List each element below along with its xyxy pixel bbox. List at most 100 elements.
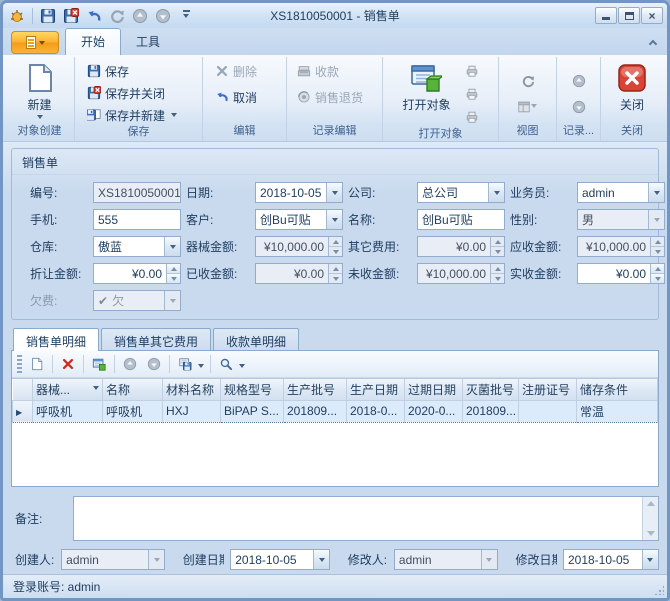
other-fee-field: ¥0.00 [417,236,505,257]
save-new-icon [87,108,101,122]
salesman-field[interactable]: admin [577,182,665,203]
cell-sterile-batch[interactable]: 201809... [463,400,519,422]
cell-material[interactable]: HXJ [163,400,221,422]
cell-device[interactable]: 呼吸机 [33,400,103,422]
column-header[interactable]: 生产日期 [347,379,405,401]
cell-batch[interactable]: 201809... [284,400,347,422]
save-button[interactable]: 保存 [83,61,181,81]
column-header[interactable]: 器械... [33,379,103,401]
cell-expiry-date[interactable]: 2020-0... [405,400,463,422]
save-and-new-button[interactable]: 保存并新建 [83,105,181,125]
cell-model[interactable]: BiPAP S... [221,400,284,422]
chevron-down-icon[interactable] [313,550,329,569]
group-label: 编辑 [205,124,284,141]
delete-row-icon[interactable] [57,354,79,374]
open-row-icon[interactable] [88,354,110,374]
chevron-down-icon[interactable] [326,210,342,229]
discount-field[interactable]: ¥0.00 [93,263,181,284]
minimize-button[interactable] [595,7,617,24]
spinner-icon[interactable] [166,264,180,283]
new-button[interactable]: 新建 [18,59,62,122]
close-form-button[interactable]: 关闭 [610,59,654,113]
tab-home[interactable]: 开始 [65,28,121,55]
cell-registration[interactable] [519,400,577,422]
customer-field[interactable]: 创Bu可贴 [255,209,343,230]
date-field[interactable]: 2018-10-05 [255,182,343,203]
column-header[interactable]: 储存条件 [577,379,658,401]
column-header[interactable]: 规格型号 [221,379,284,401]
open-object-button[interactable]: 打开对象 [396,59,456,113]
chevron-down-icon[interactable] [198,364,204,371]
print-preview-icon [461,84,483,104]
modify-date-field[interactable]: 2018-10-05 [563,549,659,570]
maximize-button[interactable] [618,7,640,24]
column-header[interactable]: 材料名称 [163,379,221,401]
undo-icon[interactable] [84,6,104,26]
remark-textarea[interactable] [73,496,659,541]
gender-field: 男 [577,209,665,230]
form-client-area: 销售单 编号: XS1810050001 日期: 2018-10-05 公司: … [3,142,667,574]
customize-qat-icon[interactable] [176,6,196,26]
close-red-icon [616,62,648,94]
tab-other-fees[interactable]: 销售单其它费用 [101,328,211,351]
modifier-label: 修改人: [348,551,388,568]
scroll-down-icon[interactable] [647,531,655,540]
gender-label: 性别: [510,211,572,228]
close-button[interactable]: × [641,7,663,24]
chevron-down-icon[interactable] [164,237,180,256]
save-icon[interactable] [38,6,58,26]
previous-record-icon[interactable] [568,71,590,91]
export-icon[interactable] [174,354,196,374]
phone-field[interactable]: 555 [93,209,181,230]
previous-record-icon[interactable] [130,6,150,26]
refresh-icon[interactable] [517,71,539,91]
create-date-field[interactable]: 2018-10-05 [230,549,330,570]
next-record-icon[interactable] [153,6,173,26]
chevron-down-icon[interactable] [326,183,342,202]
column-header[interactable]: 名称 [103,379,163,401]
cell-storage[interactable]: 常温 [577,400,658,422]
chevron-down-icon[interactable] [642,550,658,569]
column-header[interactable]: 过期日期 [405,379,463,401]
view-layout-icon [511,97,545,117]
tab-tools[interactable]: 工具 [121,29,175,55]
chevron-down-icon[interactable] [239,364,245,371]
column-header[interactable]: 灭菌批号 [463,379,519,401]
column-header[interactable]: 生产批号 [284,379,347,401]
chevron-up-icon [649,39,657,47]
search-icon[interactable] [215,354,237,374]
company-field[interactable]: 总公司 [417,182,505,203]
actual-field[interactable]: ¥0.00 [577,263,665,284]
cell-production-date[interactable]: 2018-0... [347,400,405,422]
table-row[interactable]: 呼吸机 呼吸机 HXJ BiPAP S... 201809... 2018-0.… [13,400,658,422]
ribbon-group-close: 关闭 关闭 [601,57,663,141]
column-header[interactable]: 注册证号 [519,379,577,401]
collapse-ribbon-button[interactable] [645,35,661,49]
next-record-icon[interactable] [568,97,590,117]
tab-receipt-items[interactable]: 收款单明细 [213,328,299,351]
remark-scrollbar[interactable] [642,497,658,540]
chevron-down-icon [148,550,164,569]
cell-name[interactable]: 呼吸机 [103,400,163,422]
quick-access-toolbar [7,6,196,26]
resize-grip[interactable] [654,585,664,595]
warehouse-field[interactable]: 傲蓝 [93,236,181,257]
cancel-button[interactable]: 取消 [211,87,261,107]
spinner-icon [650,237,664,256]
save-close-icon [87,86,101,100]
chevron-down-icon[interactable] [93,386,99,393]
redo-icon[interactable] [107,6,127,26]
save-and-close-button[interactable]: 保存并关闭 [83,83,181,103]
save-close-icon[interactable] [61,6,81,26]
scroll-up-icon[interactable] [647,497,655,506]
remark-label: 备注: [11,510,73,527]
customer-label: 客户: [186,211,250,228]
tab-sales-items[interactable]: 销售单明细 [13,328,99,351]
add-row-icon[interactable] [26,354,48,374]
ribbon-group-record-nav: 记录... [557,57,601,141]
spinner-icon[interactable] [650,264,664,283]
chevron-down-icon[interactable] [648,183,664,202]
chevron-down-icon[interactable] [488,183,504,202]
name-field[interactable]: 创Bu可贴 [417,209,505,230]
application-menu-button[interactable] [11,31,59,54]
